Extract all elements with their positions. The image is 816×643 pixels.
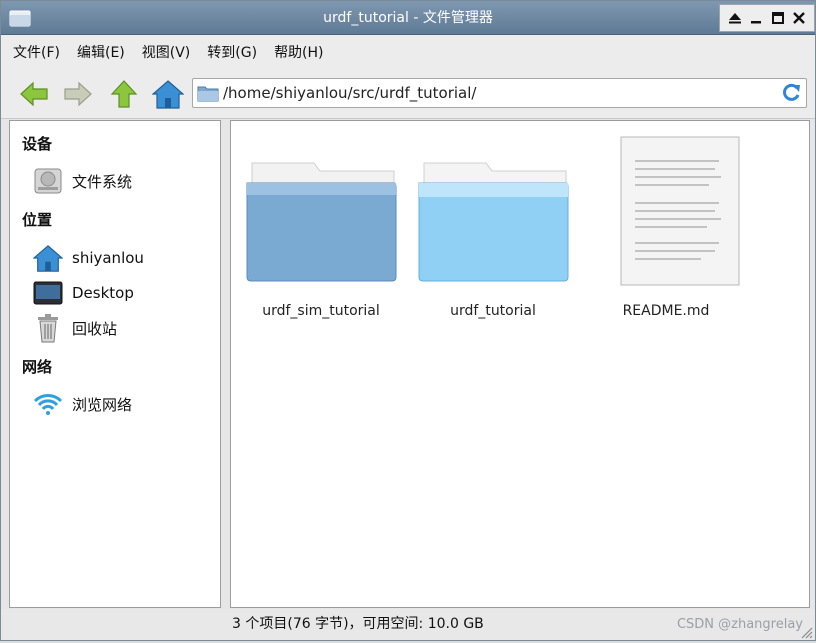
menu-help[interactable]: 帮助(H)	[274, 42, 323, 62]
menu-go[interactable]: 转到(G)	[207, 42, 257, 62]
eject-icon[interactable]	[726, 9, 744, 27]
sidebar-item-label: 文件系统	[72, 172, 133, 191]
file-view[interactable]: urdf_sim_tutorial urdf_tutorial README.m…	[230, 120, 810, 608]
file-name: urdf_tutorial	[450, 303, 536, 319]
location-bar[interactable]: /home/shiyanlou/src/urdf_tutorial/	[192, 78, 807, 108]
sidebar-item-filesystem[interactable]: 文件系统	[32, 165, 212, 197]
file-manager-window: urdf_tutorial - 文件管理器 文件(F) 编辑(E) 视图(V) …	[0, 0, 816, 641]
window-controls	[719, 4, 815, 32]
resize-grip-icon[interactable]	[799, 624, 813, 639]
sidebar-item-label: 回收站	[72, 319, 118, 338]
network-icon	[32, 388, 64, 420]
folder-icon	[244, 135, 399, 290]
menu-file[interactable]: 文件(F)	[13, 42, 60, 62]
sidebar: 设备 文件系统 位置 shiyanlou Desktop 回收站 网络 浏览网络	[9, 120, 221, 608]
drive-icon	[32, 165, 64, 197]
home-icon	[152, 80, 184, 109]
minimize-icon[interactable]	[747, 9, 765, 27]
menu-bar: 文件(F) 编辑(E) 视图(V) 转到(G) 帮助(H)	[1, 35, 815, 69]
home-icon	[32, 242, 64, 274]
back-button[interactable]	[17, 78, 51, 110]
sidebar-header-network: 网络	[22, 358, 53, 376]
file-item-folder[interactable]: urdf_tutorial	[403, 135, 573, 325]
back-arrow-icon	[20, 81, 48, 107]
sidebar-item-network[interactable]: 浏览网络	[32, 388, 212, 420]
trash-icon	[32, 312, 64, 344]
up-button[interactable]	[107, 78, 141, 110]
file-name: urdf_sim_tutorial	[262, 303, 380, 319]
home-button[interactable]	[151, 78, 185, 110]
window-title: urdf_tutorial - 文件管理器	[323, 10, 493, 26]
forward-arrow-icon	[64, 81, 92, 107]
file-item-folder[interactable]: urdf_sim_tutorial	[231, 135, 401, 325]
menu-view[interactable]: 视图(V)	[142, 42, 191, 62]
toolbar: /home/shiyanlou/src/urdf_tutorial/	[1, 69, 815, 119]
folder-icon	[416, 135, 571, 290]
maximize-icon[interactable]	[769, 9, 787, 27]
sidebar-item-trash[interactable]: 回收站	[32, 312, 212, 344]
status-bar: 3 个项目(76 字节)，可用空间: 10.0 GB CSDN @zhangre…	[1, 609, 815, 640]
sidebar-item-label: 浏览网络	[72, 395, 133, 414]
sidebar-item-desktop[interactable]: Desktop	[32, 277, 212, 309]
file-name: README.md	[622, 303, 710, 319]
sidebar-header-devices: 设备	[22, 135, 53, 153]
forward-button[interactable]	[61, 78, 95, 110]
sidebar-item-label: shiyanlou	[72, 249, 144, 267]
sidebar-item-label: Desktop	[72, 284, 134, 302]
up-arrow-icon	[110, 80, 138, 108]
watermark: CSDN @zhangrelay	[676, 617, 803, 632]
status-text: 3 个项目(76 字节)，可用空间: 10.0 GB	[232, 616, 484, 632]
close-icon[interactable]	[790, 9, 808, 27]
document-icon	[589, 135, 744, 290]
file-item-document[interactable]: README.md	[576, 135, 746, 325]
location-input[interactable]: /home/shiyanlou/src/urdf_tutorial/	[223, 79, 476, 107]
sidebar-item-home[interactable]: shiyanlou	[32, 242, 212, 274]
desktop-icon	[32, 277, 64, 309]
folder-icon	[197, 83, 219, 103]
title-bar[interactable]: urdf_tutorial - 文件管理器	[1, 1, 815, 35]
menu-edit[interactable]: 编辑(E)	[77, 42, 125, 62]
refresh-icon[interactable]	[780, 82, 802, 104]
sidebar-header-places: 位置	[22, 211, 53, 229]
